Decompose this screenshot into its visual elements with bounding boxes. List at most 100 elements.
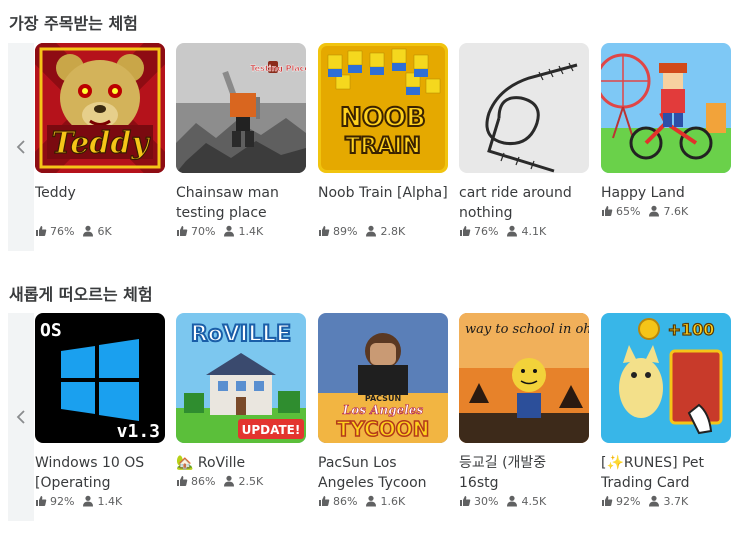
happy-land-thumbnail-image (601, 43, 731, 173)
thumb-label: OS (40, 320, 62, 341)
person-icon (507, 225, 518, 237)
game-thumbnail[interactable]: OS v1.3 (35, 313, 165, 443)
thumbs-up-icon (319, 496, 330, 506)
game-thumbnail[interactable]: RoVILLE UPDATE! (176, 313, 306, 443)
players-stat: 4.1K (506, 225, 546, 238)
game-name[interactable]: Noob Train [Alpha] (318, 183, 448, 223)
person-icon (366, 495, 377, 507)
thumb-label: v1.3 (117, 421, 160, 442)
players-value: 1.6K (380, 494, 406, 508)
game-tile-noob-train[interactable]: NOOB TRAIN Noob Train [Alpha] 89% 2.8K (318, 43, 448, 239)
players-value: 1.4K (97, 494, 123, 508)
game-tile-way-to-school[interactable]: way to school in ohio 등교길 (개발중 16stg 30% (459, 313, 589, 509)
game-stats: 89% 2.8K (318, 223, 448, 239)
players-stat: 1.4K (223, 225, 263, 238)
scroll-left-button[interactable] (8, 313, 34, 521)
rating-value: 30% (474, 494, 499, 508)
players-stat: 6K (82, 224, 112, 238)
rating-stat: 86% (318, 495, 357, 508)
game-tile-happy-land[interactable]: Happy Land 65% 7.6K (601, 43, 731, 219)
players-stat: 4.5K (506, 495, 546, 508)
thumbs-up-icon (36, 496, 47, 506)
players-value: 3.7K (663, 494, 689, 508)
thumbs-up-icon (319, 226, 330, 236)
person-icon (224, 475, 235, 487)
players-value: 6K (97, 224, 112, 238)
game-tile-pacsun-tycoon[interactable]: PACSUN Los Angeles TYCOON PacSun Los Ang… (318, 313, 448, 509)
game-tile-cart-ride[interactable]: cart ride around nothing 76% 4.1K (459, 43, 589, 239)
rating-stat: 65% (601, 205, 640, 218)
game-stats: 86% 1.6K (318, 493, 448, 509)
game-thumbnail[interactable]: way to school in ohio (459, 313, 589, 443)
players-value: 2.5K (238, 474, 264, 488)
thumb-label: UPDATE! (242, 423, 301, 437)
section-title-top-experiences: 가장 주목받는 체험 (9, 14, 138, 33)
rating-stat: 89% (318, 225, 357, 238)
game-tile-chainsaw-man[interactable]: Testing Place Chainsaw man testing place… (176, 43, 306, 239)
rating-value: 92% (616, 494, 641, 508)
rating-value: 92% (50, 494, 75, 508)
game-stats: 30% 4.5K (459, 493, 589, 509)
players-stat: 3.7K (648, 495, 688, 508)
carousel-rising-experiences: OS v1.3 Windows 10 OS [Operating 92% 1.4… (8, 313, 740, 521)
rating-value: 86% (191, 474, 216, 488)
game-name[interactable]: PacSun Los Angeles Tycoon (318, 453, 448, 493)
players-stat: 2.5K (223, 475, 263, 488)
game-tile-roville[interactable]: RoVILLE UPDATE! 🏡 RoVille 86% 2.5K (176, 313, 306, 489)
cart-ride-thumbnail-image (459, 43, 589, 173)
thumbs-up-icon (602, 206, 613, 216)
thumb-label: way to school in ohio (465, 322, 589, 337)
person-icon (366, 225, 377, 237)
svg-text:Teddy: Teddy (51, 126, 151, 161)
rating-value: 76% (50, 224, 75, 238)
carousel-top-experiences: Teddy Teddy 76% 6K Testing Place Chainsa… (8, 43, 740, 251)
game-stats: 70% 1.4K (176, 223, 306, 239)
scroll-left-button[interactable] (8, 43, 34, 251)
thumb-label: Los Angeles (342, 403, 424, 417)
game-thumbnail[interactable]: PACSUN Los Angeles TYCOON (318, 313, 448, 443)
game-thumbnail[interactable] (459, 43, 589, 173)
thumb-label: TRAIN (345, 134, 421, 159)
game-name[interactable]: Chainsaw man testing place (176, 183, 306, 223)
rating-value: 89% (333, 224, 358, 238)
game-name[interactable]: cart ride around nothing (459, 183, 589, 223)
game-name[interactable]: [✨RUNES] Pet Trading Card (601, 453, 731, 493)
roville-thumbnail-image: RoVILLE UPDATE! (176, 313, 306, 443)
thumb-label: RoVILLE (191, 322, 291, 347)
game-name[interactable]: Teddy (35, 183, 165, 223)
pacsun-tycoon-thumbnail-image: PACSUN Los Angeles TYCOON (318, 313, 448, 443)
game-stats: 65% 7.6K (601, 203, 731, 219)
thumb-label: Testing Place (250, 64, 306, 73)
players-value: 4.1K (521, 224, 547, 238)
thumbs-up-icon (460, 226, 471, 236)
section-title-rising-experiences: 새롭게 떠오르는 체험 (9, 285, 153, 304)
noob-train-thumbnail-image: NOOB TRAIN (318, 43, 448, 173)
game-thumbnail[interactable]: NOOB TRAIN (318, 43, 448, 173)
game-name[interactable]: Windows 10 OS [Operating (35, 453, 165, 493)
game-tile-teddy[interactable]: Teddy Teddy 76% 6K (35, 43, 165, 239)
rating-stat: 92% (601, 495, 640, 508)
rating-value: 70% (191, 224, 216, 238)
game-tile-pet-trading-card[interactable]: +100 [✨RUNES] Pet Trading Card 92% 3.7K (601, 313, 731, 509)
players-stat: 2.8K (365, 225, 405, 238)
thumbs-up-icon (36, 226, 47, 236)
game-thumbnail[interactable]: Testing Place (176, 43, 306, 173)
game-stats: 76% 4.1K (459, 223, 589, 239)
players-value: 2.8K (380, 224, 406, 238)
game-thumbnail[interactable] (601, 43, 731, 173)
rating-stat: 86% (176, 475, 215, 488)
game-tile-windows-10-os[interactable]: OS v1.3 Windows 10 OS [Operating 92% 1.4… (35, 313, 165, 509)
thumb-label: NOOB (340, 103, 426, 133)
rating-value: 76% (474, 224, 499, 238)
game-thumbnail[interactable]: Teddy (35, 43, 165, 173)
game-name[interactable]: 등교길 (개발중 16stg (459, 453, 589, 493)
rating-stat: 76% (35, 225, 74, 238)
rating-value: 86% (333, 494, 358, 508)
players-value: 7.6K (663, 204, 689, 218)
person-icon (649, 495, 660, 507)
game-thumbnail[interactable]: +100 (601, 313, 731, 443)
thumbs-up-icon (177, 226, 188, 236)
person-icon (649, 205, 660, 217)
chainsaw-man-thumbnail-image: Testing Place (176, 43, 306, 173)
rating-stat: 70% (176, 225, 215, 238)
